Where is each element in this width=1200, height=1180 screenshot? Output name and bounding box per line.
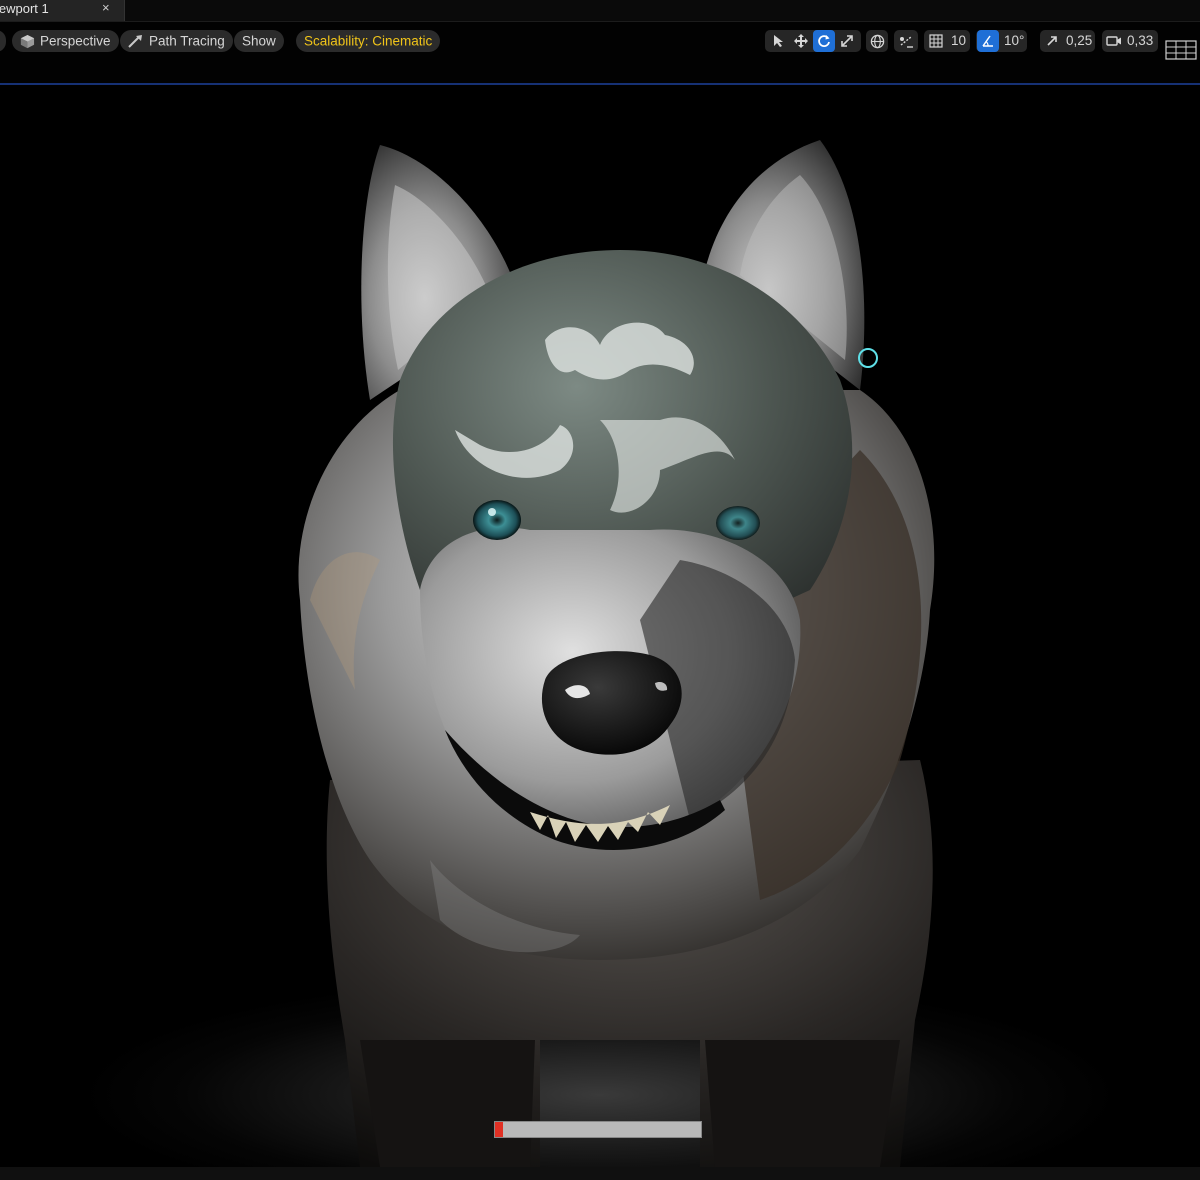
surface-snap-icon[interactable] bbox=[895, 30, 917, 52]
tab-label: iewport 1 bbox=[0, 1, 49, 16]
show-label: Show bbox=[242, 33, 276, 49]
bottom-bar bbox=[0, 1167, 1200, 1180]
tab-viewport-1[interactable]: iewport 1 × bbox=[0, 0, 125, 21]
wolf-left-eye bbox=[473, 500, 521, 540]
grid-snap-value[interactable]: 10 bbox=[951, 30, 966, 52]
rotation-snap-icon[interactable] bbox=[977, 30, 999, 52]
rotate-icon[interactable] bbox=[813, 30, 835, 52]
camera-speed-icon[interactable] bbox=[1103, 30, 1125, 52]
grid-snap-icon[interactable] bbox=[925, 30, 947, 52]
render-progress-bar bbox=[494, 1121, 702, 1138]
tab-bar: iewport 1 × bbox=[0, 0, 1200, 22]
world-local-icon[interactable] bbox=[866, 30, 888, 52]
scalability-button[interactable]: Scalability: Cinematic bbox=[296, 30, 441, 52]
viewport-options-button[interactable] bbox=[0, 30, 6, 52]
wolf-render bbox=[298, 140, 935, 1167]
surface-snap-toggle bbox=[894, 30, 918, 52]
scale-icon[interactable] bbox=[836, 30, 858, 52]
cube-icon bbox=[20, 34, 35, 48]
close-icon[interactable]: × bbox=[102, 0, 110, 15]
world-local-toggle bbox=[866, 30, 888, 52]
scale-snap-group: 0,25 bbox=[1040, 30, 1095, 52]
view-mode-icon bbox=[128, 35, 142, 49]
camera-speed-group: 0,33 bbox=[1102, 30, 1158, 52]
transform-tools-group bbox=[765, 30, 861, 52]
perspective-label: Perspective bbox=[40, 33, 111, 49]
viewport-layout-icon[interactable] bbox=[1165, 40, 1197, 60]
rotation-snap-group: 10° bbox=[976, 30, 1027, 52]
perspective-button[interactable]: Perspective bbox=[12, 30, 119, 52]
viewport-canvas[interactable] bbox=[0, 85, 1200, 1167]
select-arrow-icon[interactable] bbox=[767, 30, 789, 52]
camera-speed-value[interactable]: 0,33 bbox=[1127, 30, 1153, 52]
show-button[interactable]: Show bbox=[234, 30, 284, 52]
wolf-right-eye bbox=[716, 506, 760, 540]
grid-snap-group: 10 bbox=[924, 30, 970, 52]
scale-snap-icon[interactable] bbox=[1041, 30, 1063, 52]
translate-icon[interactable] bbox=[790, 30, 812, 52]
viewport-toolbar: Perspective Path Tracing Show Scalabilit… bbox=[0, 22, 1200, 83]
scale-snap-value[interactable]: 0,25 bbox=[1066, 30, 1092, 52]
wolf-front-legs bbox=[360, 1040, 900, 1167]
path-tracing-label: Path Tracing bbox=[149, 33, 225, 49]
rotation-snap-value[interactable]: 10° bbox=[1004, 30, 1024, 52]
path-tracing-button[interactable]: Path Tracing bbox=[120, 30, 233, 52]
render-progress-fill bbox=[495, 1122, 504, 1137]
scalability-label: Scalability: Cinematic bbox=[304, 33, 433, 49]
